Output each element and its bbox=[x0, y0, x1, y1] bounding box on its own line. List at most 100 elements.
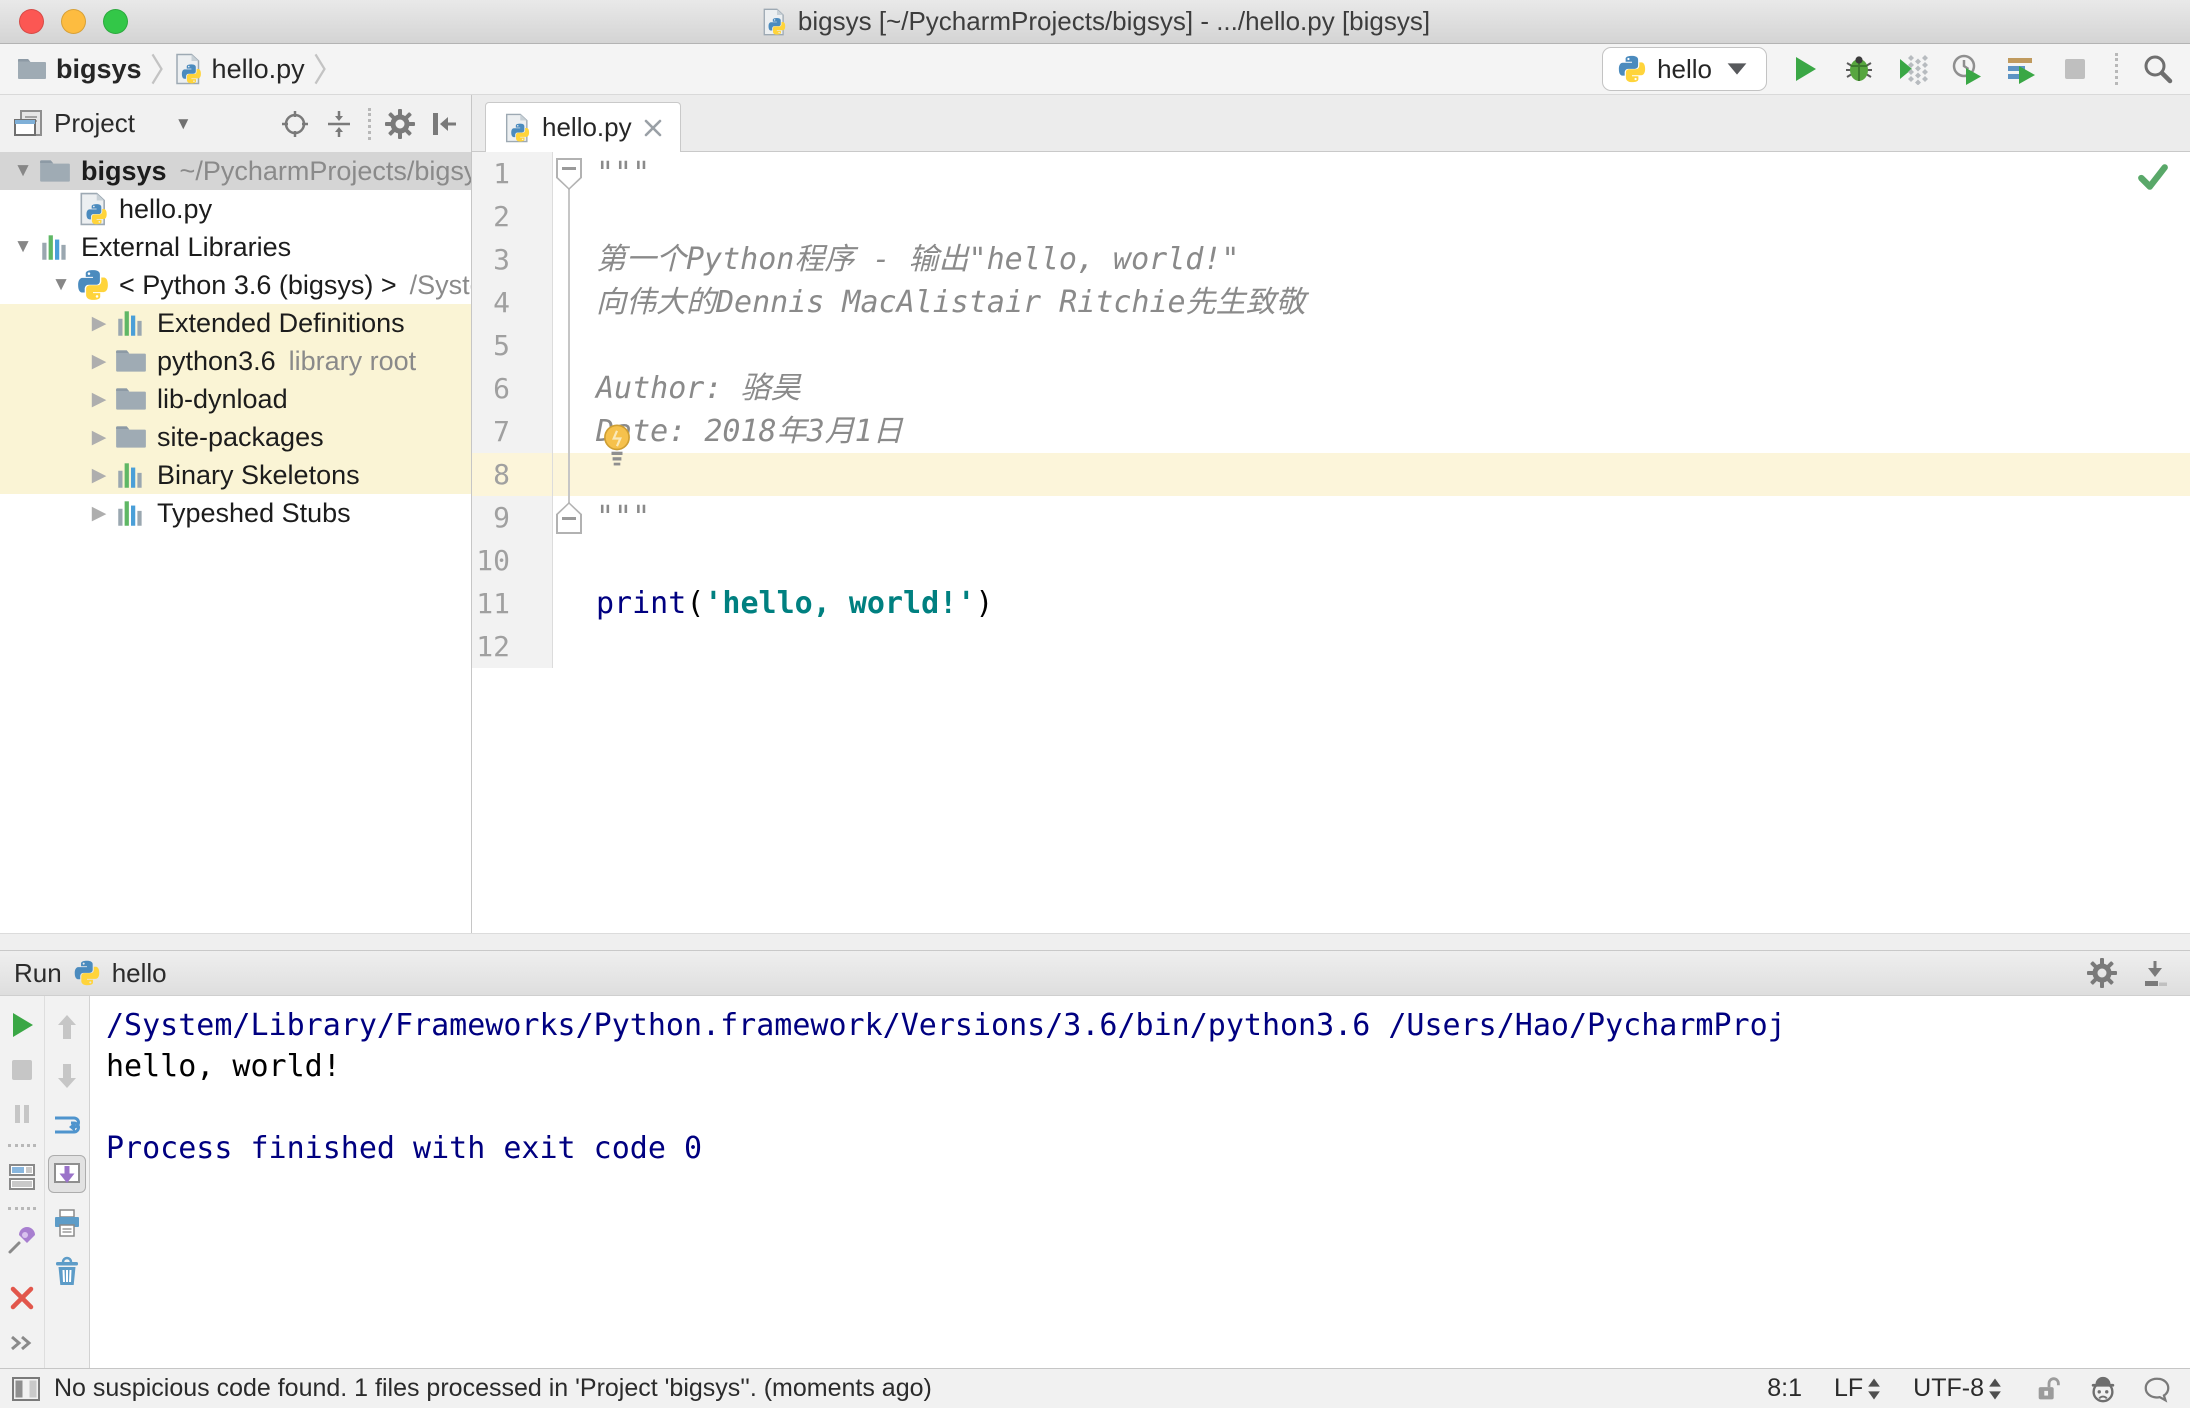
editor-tab-hello-py[interactable]: hello.py bbox=[485, 102, 681, 152]
editor-line-11: 11 print('hello, world!') bbox=[472, 582, 2190, 625]
code-text[interactable] bbox=[593, 539, 2190, 582]
profiler-button[interactable] bbox=[1949, 51, 1985, 87]
tree-item-bigsys[interactable]: ▼ bigsys ~/PycharmProjects/bigsys bbox=[0, 152, 471, 190]
line-number[interactable]: 1 bbox=[472, 152, 553, 195]
run-config-name[interactable]: hello bbox=[112, 958, 167, 989]
code-text[interactable] bbox=[593, 453, 2190, 496]
line-number[interactable]: 4 bbox=[472, 281, 553, 324]
code-text[interactable] bbox=[593, 625, 2190, 668]
caret-position-widget[interactable]: 8:1 bbox=[1767, 1374, 1802, 1403]
concurrency-diagram-button[interactable] bbox=[2003, 51, 2039, 87]
debug-button[interactable] bbox=[1841, 51, 1877, 87]
clear-all-button[interactable] bbox=[48, 1253, 86, 1291]
line-number[interactable]: 9 bbox=[472, 496, 553, 539]
line-number[interactable]: 12 bbox=[472, 625, 553, 668]
run-with-coverage-button[interactable] bbox=[1895, 51, 1931, 87]
tree-item-binary-skeletons[interactable]: ▶ Binary Skeletons bbox=[0, 456, 471, 494]
line-number[interactable]: 8 bbox=[472, 453, 553, 496]
intention-bulb-icon[interactable] bbox=[599, 422, 635, 466]
tree-item-label: bigsys bbox=[81, 155, 167, 186]
breadcrumb-bigsys[interactable]: bigsys bbox=[56, 54, 142, 85]
search-everywhere-button[interactable] bbox=[2140, 51, 2176, 87]
rerun-button[interactable] bbox=[3, 1008, 41, 1042]
tree-item-site-packages[interactable]: ▶ site-packages bbox=[0, 418, 471, 456]
settings-button[interactable] bbox=[381, 106, 419, 142]
tree-item-extended-definitions[interactable]: ▶ Extended Definitions bbox=[0, 304, 471, 342]
settings-button[interactable] bbox=[2084, 955, 2120, 991]
hide-panel-button[interactable] bbox=[2138, 955, 2174, 991]
folder-icon bbox=[38, 154, 72, 188]
close-tab-icon[interactable] bbox=[642, 117, 664, 139]
use-soft-wraps-button[interactable] bbox=[48, 1106, 86, 1144]
line-number[interactable]: 11 bbox=[472, 582, 553, 625]
pin-tab-button[interactable] bbox=[3, 1223, 41, 1257]
write-access-unlocked-icon[interactable] bbox=[2034, 1374, 2064, 1404]
chevron-down-icon[interactable]: ▼ bbox=[141, 114, 192, 134]
code-text[interactable]: Date: 2018年3月1日 bbox=[593, 410, 2190, 453]
hide-panel-button[interactable] bbox=[425, 106, 463, 142]
tree-collapsed-arrow-icon[interactable]: ▶ bbox=[84, 426, 114, 449]
tree-expanded-arrow-icon[interactable]: ▼ bbox=[46, 274, 76, 296]
tree-collapsed-arrow-icon[interactable]: ▶ bbox=[84, 388, 114, 411]
code-editor[interactable]: 1 """ 2 3 第一个Python程序 - 输出"hello, world!" 4 向伟… bbox=[472, 152, 2190, 933]
project-panel-title[interactable]: Project bbox=[54, 108, 135, 139]
code-text[interactable] bbox=[593, 195, 2190, 238]
line-number[interactable]: 5 bbox=[472, 324, 553, 367]
close-button[interactable] bbox=[3, 1282, 41, 1316]
code-text[interactable]: print('hello, world!') bbox=[593, 582, 2190, 625]
tree-expanded-arrow-icon[interactable]: ▼ bbox=[8, 236, 38, 258]
line-number[interactable]: 2 bbox=[472, 195, 553, 238]
tree-item-typeshed-stubs[interactable]: ▶ Typeshed Stubs bbox=[0, 494, 471, 532]
run-configuration-select[interactable]: hello bbox=[1602, 47, 1767, 91]
line-separator-widget[interactable]: LF bbox=[1834, 1374, 1881, 1403]
print-button[interactable] bbox=[48, 1204, 86, 1242]
encoding-widget[interactable]: UTF-8 bbox=[1913, 1374, 2002, 1403]
editor-tab-label: hello.py bbox=[542, 112, 632, 142]
collapse-all-button[interactable] bbox=[320, 106, 358, 142]
stop-button[interactable] bbox=[3, 1053, 41, 1087]
tree-item-hello-py[interactable]: hello.py bbox=[0, 190, 471, 228]
tree-item-lib-dynload[interactable]: ▶ lib-dynload bbox=[0, 380, 471, 418]
run-button[interactable] bbox=[1787, 51, 1823, 87]
editor-scrollbar-strip[interactable] bbox=[0, 933, 2190, 950]
tree-item-python3-6[interactable]: ▶ python3.6 library root bbox=[0, 342, 471, 380]
locate-button[interactable] bbox=[276, 106, 314, 142]
stop-button[interactable] bbox=[2057, 51, 2093, 87]
close-window-button[interactable] bbox=[19, 9, 44, 34]
restore-layout-button[interactable] bbox=[3, 1160, 41, 1194]
tree-collapsed-arrow-icon[interactable]: ▶ bbox=[84, 350, 114, 373]
code-text[interactable]: Author: 骆昊 bbox=[593, 367, 2190, 410]
pause-output-button[interactable] bbox=[3, 1097, 41, 1131]
line-number[interactable]: 3 bbox=[472, 238, 553, 281]
feedback-bubble-icon[interactable] bbox=[2142, 1374, 2172, 1404]
console-output[interactable]: /System/Library/Frameworks/Python.framew… bbox=[90, 996, 2190, 1368]
zoom-window-button[interactable] bbox=[103, 9, 128, 34]
code-text[interactable] bbox=[593, 324, 2190, 367]
code-text[interactable]: 向伟大的Dennis MacAlistair Ritchie先生致敬 bbox=[593, 281, 2190, 324]
toolwindow-toggle-icon[interactable] bbox=[10, 1373, 42, 1405]
down-the-stack-trace-button[interactable] bbox=[48, 1057, 86, 1095]
tree-item-external-libraries[interactable]: ▼ External Libraries bbox=[0, 228, 471, 266]
line-number[interactable]: 7 bbox=[472, 410, 553, 453]
python-file-icon bbox=[760, 7, 788, 37]
breadcrumb-hello-py[interactable]: hello.py bbox=[212, 54, 305, 85]
minimize-window-button[interactable] bbox=[61, 9, 86, 34]
editor-line-5: 5 bbox=[472, 324, 2190, 367]
tree-collapsed-arrow-icon[interactable]: ▶ bbox=[84, 464, 114, 487]
more-options-button[interactable] bbox=[3, 1326, 41, 1360]
hector-inspections-icon[interactable] bbox=[2088, 1374, 2118, 1404]
line-number[interactable]: 6 bbox=[472, 367, 553, 410]
scroll-to-the-end-button[interactable] bbox=[48, 1155, 86, 1193]
tree-item-python-3-6-bigsys[interactable]: ▼ < Python 3.6 (bigsys) > /System bbox=[0, 266, 471, 304]
fold-collapse-marker[interactable] bbox=[556, 158, 582, 190]
code-text[interactable]: """ bbox=[593, 496, 2190, 539]
tree-collapsed-arrow-icon[interactable]: ▶ bbox=[84, 502, 114, 525]
tree-expanded-arrow-icon[interactable]: ▼ bbox=[8, 160, 38, 182]
python-icon bbox=[73, 959, 101, 987]
fold-collapse-marker[interactable] bbox=[556, 502, 582, 534]
code-text[interactable]: """ bbox=[593, 152, 2190, 195]
up-the-stack-trace-button[interactable] bbox=[48, 1008, 86, 1046]
line-number[interactable]: 10 bbox=[472, 539, 553, 582]
code-text[interactable]: 第一个Python程序 - 输出"hello, world!" bbox=[593, 238, 2190, 281]
tree-collapsed-arrow-icon[interactable]: ▶ bbox=[84, 312, 114, 335]
